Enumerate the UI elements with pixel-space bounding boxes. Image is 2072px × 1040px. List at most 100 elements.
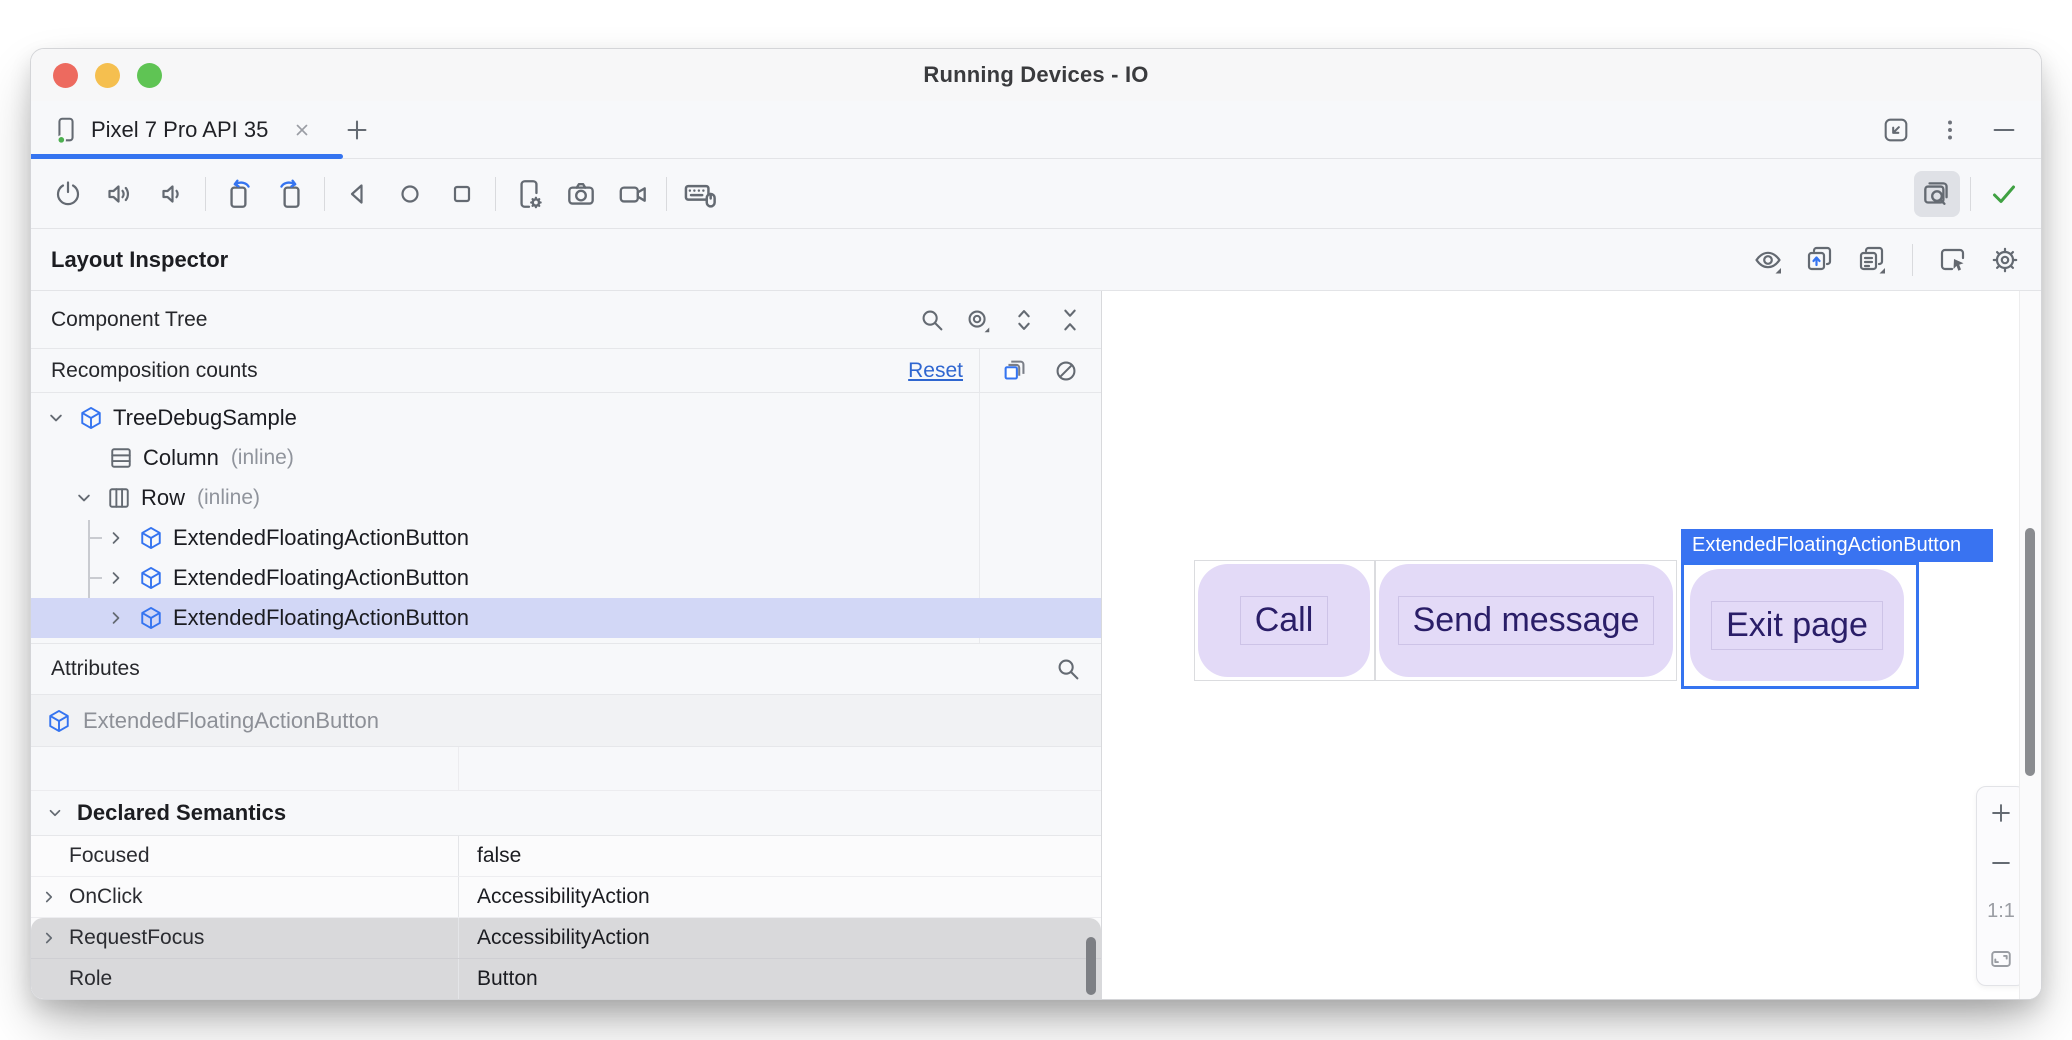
home-icon[interactable] xyxy=(387,171,433,217)
back-icon[interactable] xyxy=(335,171,381,217)
close-window-button[interactable] xyxy=(53,63,78,88)
screenshot-icon[interactable] xyxy=(558,171,604,217)
recomposition-counts-label: Recomposition counts xyxy=(51,359,258,383)
compose-node-icon xyxy=(137,524,165,552)
chevron-right-icon[interactable] xyxy=(103,605,129,631)
table-row[interactable]: OnClick AccessibilityAction xyxy=(31,877,1101,918)
chevron-down-icon[interactable] xyxy=(43,801,67,825)
compose-node-icon xyxy=(137,564,165,592)
tree-node-root[interactable]: TreeDebugSample xyxy=(31,398,1101,438)
preview-scrollbar-thumb[interactable] xyxy=(2025,528,2035,776)
chevron-down-icon[interactable] xyxy=(43,405,69,431)
tab-close-icon[interactable] xyxy=(290,118,314,142)
tree-node-fab-1[interactable]: ExtendedFloatingActionButton xyxy=(31,518,1101,558)
screen-record-icon[interactable] xyxy=(610,171,656,217)
semantics-table: Focused false OnClick AccessibilityActio… xyxy=(31,835,1101,1000)
attribute-key: OnClick xyxy=(69,885,143,909)
zoom-in-icon[interactable] xyxy=(1987,799,2015,827)
chevron-right-icon[interactable] xyxy=(37,926,61,950)
zoom-out-icon[interactable] xyxy=(1987,849,2015,877)
kebab-menu-icon[interactable] xyxy=(1935,115,1965,145)
table-row[interactable]: Focused false xyxy=(31,836,1101,877)
rotate-left-icon[interactable] xyxy=(216,171,262,217)
layers-list-icon[interactable] xyxy=(1856,244,1888,276)
tree-node-row[interactable]: Row (inline) xyxy=(31,478,1101,518)
compose-node-icon xyxy=(137,604,165,632)
attribute-value: false xyxy=(477,844,521,868)
attribute-key: Focused xyxy=(69,844,150,868)
device-settings-icon[interactable] xyxy=(506,171,552,217)
copy-counts-icon[interactable] xyxy=(1000,356,1030,386)
attribute-key: RequestFocus xyxy=(69,926,204,950)
eye-icon[interactable] xyxy=(1752,244,1784,276)
traffic-lights xyxy=(53,63,162,88)
tab-row: Pixel 7 Pro API 35 xyxy=(31,101,2041,159)
preview-button-call[interactable]: Call xyxy=(1198,564,1370,677)
preview-button-label: Send message xyxy=(1398,596,1655,645)
tree-node-label: ExtendedFloatingActionButton xyxy=(173,565,469,591)
highlights-off-icon[interactable] xyxy=(1051,356,1081,386)
tree-node-label: Row xyxy=(141,485,185,511)
attribute-value: AccessibilityAction xyxy=(477,926,650,950)
rotate-right-icon[interactable] xyxy=(268,171,314,217)
window-title: Running Devices - IO xyxy=(923,62,1148,88)
chevron-right-icon[interactable] xyxy=(37,885,61,909)
gear-icon[interactable] xyxy=(1989,244,2021,276)
selected-component-tooltip: ExtendedFloatingActionButton xyxy=(1681,529,1993,562)
compose-node-icon xyxy=(45,707,73,735)
select-component-icon[interactable] xyxy=(1937,244,1969,276)
compose-node-icon xyxy=(77,404,105,432)
inspector-left-panel: Component Tree Reco xyxy=(31,291,1102,999)
chevron-right-icon[interactable] xyxy=(103,565,129,591)
volume-down-icon[interactable] xyxy=(149,171,195,217)
layout-inspector-header: Layout Inspector xyxy=(31,229,2041,291)
layout-inspector-toggle-icon[interactable] xyxy=(1914,171,1960,217)
add-tab-button[interactable] xyxy=(342,115,372,145)
tree-node-fab-2[interactable]: ExtendedFloatingActionButton xyxy=(31,558,1101,598)
zoom-fit-icon[interactable] xyxy=(1987,945,2015,973)
check-icon[interactable] xyxy=(1981,171,2027,217)
tree-node-label: TreeDebugSample xyxy=(113,405,297,431)
target-icon[interactable] xyxy=(963,305,993,335)
zoom-actual-size-button[interactable]: 1:1 xyxy=(1987,900,2015,923)
device-preview: Call Send message Exit page ExtendedFloa… xyxy=(1102,291,2041,999)
expand-all-icon[interactable] xyxy=(1009,305,1039,335)
running-devices-window: Running Devices - IO Pixel 7 Pro API 35 xyxy=(30,48,2042,1000)
search-icon[interactable] xyxy=(1053,654,1083,684)
active-tab-underline xyxy=(31,154,343,159)
attributes-empty-row xyxy=(31,747,1101,791)
selected-component-outline xyxy=(1681,562,1919,689)
preview-button-send-message[interactable]: Send message xyxy=(1379,564,1673,677)
zoom-window-button[interactable] xyxy=(137,63,162,88)
attribute-value: Button xyxy=(477,967,538,991)
volume-up-icon[interactable] xyxy=(97,171,143,217)
chevron-right-icon[interactable] xyxy=(103,525,129,551)
tab-device[interactable]: Pixel 7 Pro API 35 xyxy=(47,101,318,158)
chevron-down-icon[interactable] xyxy=(71,485,97,511)
tree-node-suffix: (inline) xyxy=(197,486,260,510)
table-row[interactable]: RequestFocus AccessibilityAction xyxy=(31,918,1101,959)
tree-node-label: Column xyxy=(143,445,219,471)
minimize-icon[interactable] xyxy=(1989,115,2019,145)
minimize-window-button[interactable] xyxy=(95,63,120,88)
preview-scrollbar-track[interactable] xyxy=(2019,291,2041,999)
export-snapshot-icon[interactable] xyxy=(1804,244,1836,276)
hardware-input-icon[interactable] xyxy=(677,171,723,217)
recomposition-counts-bar: Recomposition counts Reset xyxy=(31,349,1101,393)
attribute-key: Role xyxy=(69,967,112,991)
left-panel-scrollbar[interactable] xyxy=(1086,937,1096,995)
tree-node-column[interactable]: Column (inline) xyxy=(31,438,1101,478)
table-row[interactable]: Role Button xyxy=(31,959,1101,1000)
search-icon[interactable] xyxy=(917,305,947,335)
declared-semantics-header[interactable]: Declared Semantics xyxy=(31,791,1101,835)
collapse-all-icon[interactable] xyxy=(1055,305,1085,335)
column-layout-icon xyxy=(107,444,135,472)
tab-device-label: Pixel 7 Pro API 35 xyxy=(91,117,268,143)
recents-icon[interactable] xyxy=(439,171,485,217)
row-layout-icon xyxy=(105,484,133,512)
reset-counts-link[interactable]: Reset xyxy=(908,359,963,383)
power-icon[interactable] xyxy=(45,171,91,217)
tree-node-fab-3-selected[interactable]: ExtendedFloatingActionButton xyxy=(31,598,1101,638)
dock-icon[interactable] xyxy=(1881,115,1911,145)
phone-icon xyxy=(51,114,81,146)
